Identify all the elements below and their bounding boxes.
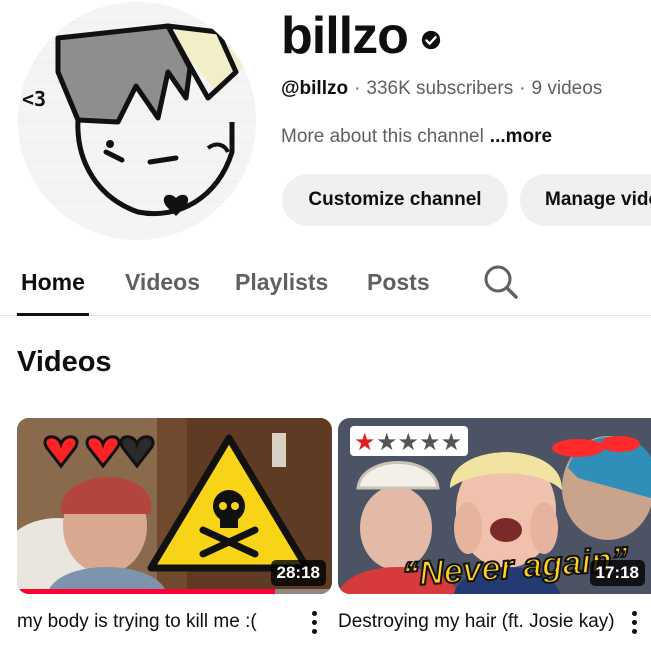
video-thumbnail[interactable]: ★ ★★★★ “Never again” 17:18 xyxy=(338,418,651,594)
svg-text:<3: <3 xyxy=(22,87,46,111)
channel-name: billzo xyxy=(281,7,409,65)
verified-check-icon xyxy=(421,30,441,50)
video-duration: 28:18 xyxy=(270,560,326,586)
video-count: 9 videos xyxy=(531,78,603,99)
channel-meta: @billzo · 336K subscribers · 9 videos xyxy=(281,78,602,100)
more-actions-icon[interactable] xyxy=(305,608,323,636)
tab-playlists[interactable]: Playlists xyxy=(235,248,328,316)
more-link[interactable]: ...more xyxy=(490,126,552,148)
meta-separator: · xyxy=(354,78,361,99)
watch-progress-fill xyxy=(17,589,276,594)
svg-text:★: ★ xyxy=(354,428,376,456)
video-duration: 17:18 xyxy=(589,560,645,586)
video-title[interactable]: my body is trying to kill me :( xyxy=(17,608,302,638)
svg-text:★★★★: ★★★★ xyxy=(376,428,462,456)
channel-tabs: Home Videos Playlists Posts xyxy=(0,248,651,316)
about-text: More about this channel xyxy=(281,126,484,147)
channel-title: billzo xyxy=(281,4,442,68)
section-title: Videos xyxy=(17,346,112,378)
watch-progress-track xyxy=(17,589,332,594)
video-thumbnail[interactable]: 28:18 xyxy=(17,418,332,594)
meta-separator: · xyxy=(519,78,526,99)
manage-videos-button[interactable]: Manage videos xyxy=(520,174,651,226)
tab-home[interactable]: Home xyxy=(17,248,89,316)
avatar-drawing: <3 xyxy=(18,2,256,240)
channel-handle: @billzo xyxy=(281,78,349,99)
channel-about[interactable]: More about this channel ...more xyxy=(281,126,552,148)
video-title[interactable]: Destroying my hair (ft. Josie kay) xyxy=(338,608,618,651)
search-icon[interactable] xyxy=(482,263,520,301)
customize-channel-button[interactable]: Customize channel xyxy=(282,174,508,226)
subscriber-count: 336K subscribers xyxy=(366,78,514,99)
tab-posts[interactable]: Posts xyxy=(367,248,430,316)
channel-avatar[interactable]: <3 xyxy=(18,2,256,240)
more-actions-icon[interactable] xyxy=(625,608,643,636)
tab-videos[interactable]: Videos xyxy=(125,248,200,316)
